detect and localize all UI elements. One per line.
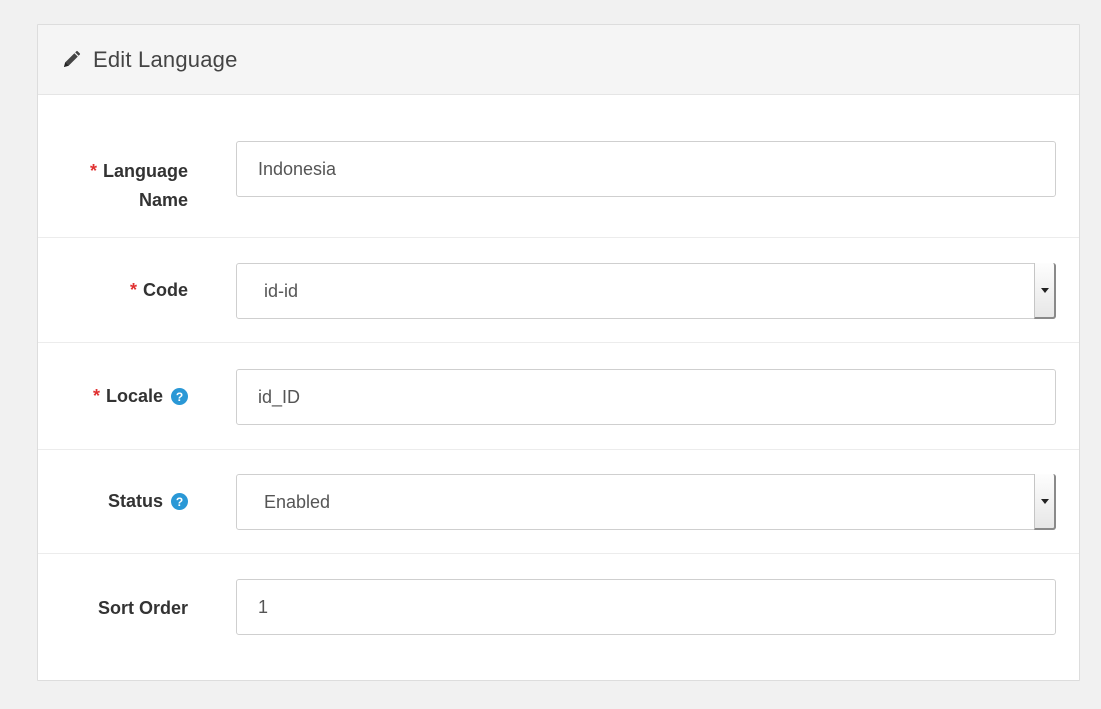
sort-order-row: Sort Order — [38, 554, 1079, 680]
required-marker: * — [129, 280, 137, 300]
panel-title: Edit Language — [93, 46, 238, 72]
language-name-row: * Language Name — [38, 95, 1079, 238]
code-row: * Code id-id — [38, 238, 1079, 343]
status-row: Status? Enabled — [38, 450, 1079, 554]
required-marker: * — [89, 161, 97, 181]
edit-language-panel: Edit Language *Language Name *Code id-id… — [37, 24, 1080, 681]
locale-row: * Locale? — [38, 343, 1079, 450]
status-label: Status? — [108, 487, 188, 516]
status-label-text: Status — [107, 491, 163, 511]
code-select[interactable]: id-id — [236, 263, 1056, 319]
status-select[interactable]: Enabled — [236, 474, 1056, 530]
sort-order-label-text: Sort Order — [97, 598, 188, 618]
chevron-down-icon[interactable] — [1034, 474, 1056, 530]
chevron-down-icon[interactable] — [1034, 263, 1056, 319]
sort-order-label: Sort Order — [98, 594, 188, 623]
question-circle-icon[interactable]: ? — [171, 388, 188, 405]
panel-heading: Edit Language — [38, 25, 1079, 95]
language-name-input[interactable] — [236, 141, 1056, 197]
language-name-label-text: Language Name — [102, 161, 188, 210]
locale-input[interactable] — [236, 369, 1056, 425]
required-marker: * — [92, 386, 100, 406]
locale-label: * Locale? — [93, 382, 188, 411]
question-circle-icon[interactable]: ? — [171, 493, 188, 510]
language-name-label: * Language Name — [48, 157, 188, 215]
status-select-value: Enabled — [264, 491, 331, 512]
pencil-icon — [60, 49, 82, 71]
sort-order-input[interactable] — [236, 579, 1056, 635]
code-select-value: id-id — [264, 280, 299, 301]
code-label: * Code — [130, 276, 188, 305]
locale-label-text: Locale — [105, 386, 163, 406]
code-label-text: Code — [143, 280, 188, 300]
